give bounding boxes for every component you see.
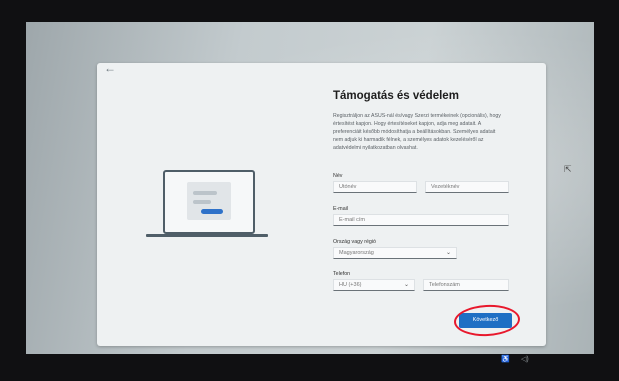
document-icon <box>187 182 231 220</box>
back-arrow-icon[interactable]: ← <box>104 61 116 75</box>
laptop-base <box>146 234 268 237</box>
last-name-input[interactable]: Vezetéknév <box>425 181 509 193</box>
phone-code-select[interactable]: HU (+36) ⌄ <box>333 279 415 291</box>
page-description: Regisztráljon az ASUS-nál és/vagy Szerzi… <box>333 113 501 151</box>
volume-icon[interactable]: ◁) <box>521 355 529 363</box>
setup-dialog: ← Támogatás és védelem Regisztráljon az … <box>97 61 546 346</box>
country-label: Ország vagy régió <box>333 239 376 245</box>
phone-label: Telefon <box>333 271 351 277</box>
chevron-down-icon: ⌄ <box>403 282 409 288</box>
country-value: Magyarország <box>339 250 374 256</box>
chevron-down-icon: ⌄ <box>445 250 451 256</box>
laptop-illustration <box>163 170 255 234</box>
first-name-input[interactable]: Utónév <box>333 181 417 193</box>
email-label: E-mail <box>333 206 349 212</box>
name-label: Név <box>333 173 343 179</box>
phone-number-input[interactable]: Telefonszám <box>423 279 509 291</box>
email-input[interactable]: E-mail cím <box>333 214 509 226</box>
accessibility-icon[interactable]: ♿ <box>501 355 510 363</box>
page-title: Támogatás és védelem <box>333 90 459 102</box>
phone-code-value: HU (+36) <box>339 282 362 288</box>
country-select[interactable]: Magyarország ⌄ <box>333 247 457 259</box>
mouse-cursor-icon: ⇱ <box>564 164 572 174</box>
